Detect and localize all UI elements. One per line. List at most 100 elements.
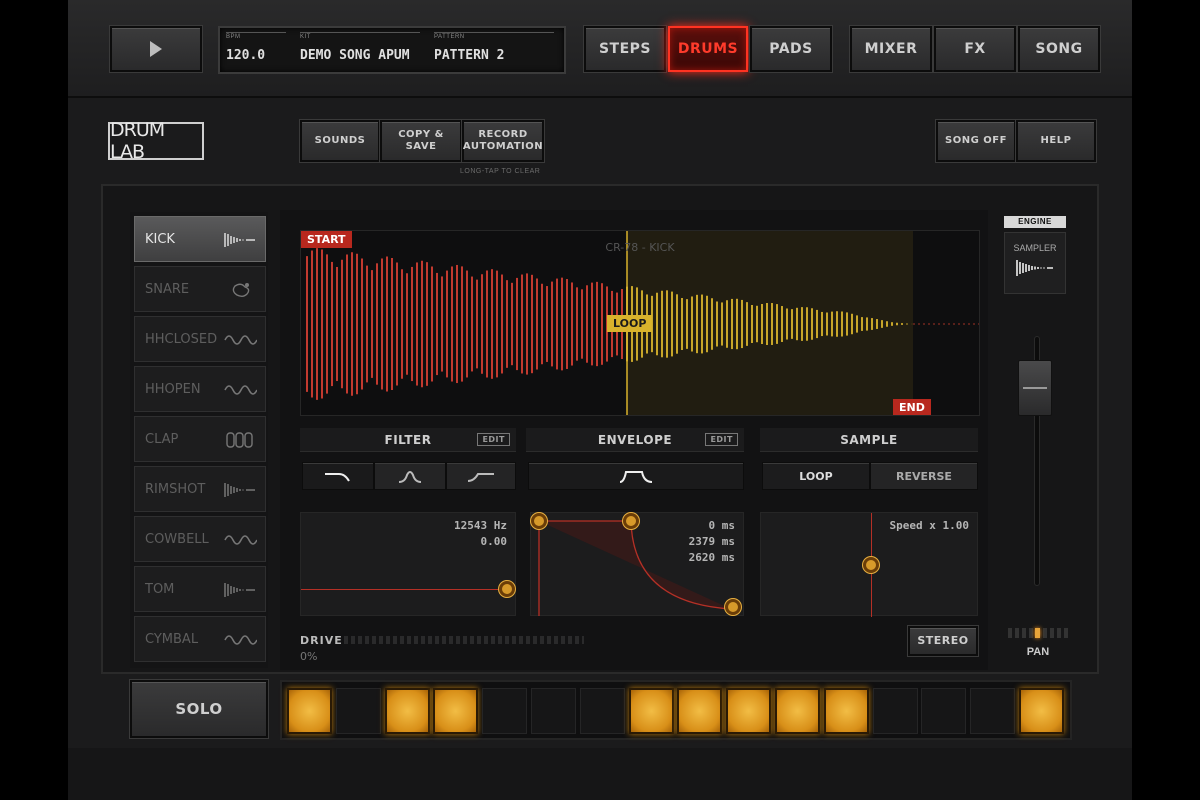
envelope-shape-icon xyxy=(619,471,653,483)
loop-toggle[interactable]: LOOP xyxy=(762,462,870,490)
envelope-header: ENVELOPE EDIT xyxy=(526,428,744,452)
tab-fx[interactable]: FX xyxy=(934,26,1016,72)
sample-speed-graph[interactable]: Speed x 1.00 xyxy=(760,512,978,617)
instrument-rimshot[interactable]: RIMSHOT xyxy=(134,466,266,512)
instrument-label: COWBELL xyxy=(145,531,209,547)
drive-label: DRIVE xyxy=(300,634,343,647)
instrument-label: HHCLOSED xyxy=(145,331,218,347)
lowpass-icon xyxy=(325,473,350,482)
loop-marker[interactable]: LOOP xyxy=(607,315,653,332)
sequencer-step-9[interactable] xyxy=(677,688,723,734)
instrument-label: RIMSHOT xyxy=(145,481,206,497)
filter-frequency: 12543 Hz xyxy=(454,519,507,532)
instrument-label: TOM xyxy=(145,581,175,597)
filter-curve xyxy=(301,589,507,590)
reverse-toggle[interactable]: REVERSE xyxy=(870,462,978,490)
sequencer-step-11[interactable] xyxy=(775,688,820,734)
stereo-button[interactable]: STEREO xyxy=(908,626,978,656)
sequencer-step-12[interactable] xyxy=(823,688,869,734)
sample-header: SAMPLE xyxy=(760,428,978,452)
highpass-filter-button[interactable] xyxy=(446,462,516,490)
instrument-snare[interactable]: SNARE xyxy=(134,266,266,312)
instrument-cowbell[interactable]: COWBELL xyxy=(134,516,266,562)
bpm-label: BPM xyxy=(226,32,286,40)
engine-label: ENGINE xyxy=(1004,216,1066,228)
volume-fader[interactable] xyxy=(1018,360,1052,416)
decay-knob[interactable] xyxy=(623,513,639,529)
kit-label: KIT xyxy=(300,32,420,40)
sequencer-step-1[interactable] xyxy=(287,688,332,734)
sequencer-step-7[interactable] xyxy=(579,688,625,734)
bottom-strip xyxy=(68,748,1132,800)
release-knob[interactable] xyxy=(725,599,741,615)
sequencer-step-6[interactable] xyxy=(531,688,576,734)
kick-wave-icon xyxy=(223,481,257,499)
lowpass-filter-button[interactable] xyxy=(302,462,374,490)
sequencer-step-8[interactable] xyxy=(628,688,674,734)
tab-pads[interactable]: PADS xyxy=(750,26,832,72)
app-logo: DRUM LAB xyxy=(108,119,204,163)
tab-song[interactable]: SONG xyxy=(1018,26,1100,72)
sounds-button[interactable]: SOUNDS xyxy=(300,120,380,162)
tab-steps[interactable]: STEPS xyxy=(584,26,666,72)
instrument-label: SNARE xyxy=(145,281,190,297)
song-off-button[interactable]: SONG OFF xyxy=(936,120,1016,162)
tab-mixer[interactable]: MIXER xyxy=(850,26,932,72)
drive-slider[interactable] xyxy=(344,636,584,644)
kick-wave-icon xyxy=(223,231,257,249)
sequencer-step-13[interactable] xyxy=(872,688,918,734)
sampler-label: SAMPLER xyxy=(1013,243,1057,253)
hihat-wave-icon xyxy=(223,381,258,399)
sequencer-step-5[interactable] xyxy=(482,688,528,734)
drum-machine-app: BPM 120.0 KIT DEMO SONG APUM PATTERN PAT… xyxy=(68,0,1132,800)
sampler-engine-button[interactable]: SAMPLER xyxy=(1004,232,1066,294)
filter-resonance: 0.00 xyxy=(480,535,508,548)
sequencer-step-16[interactable] xyxy=(1019,688,1064,734)
filter-knob[interactable] xyxy=(499,581,515,597)
tab-drums[interactable]: DRUMS xyxy=(668,26,748,72)
play-button[interactable] xyxy=(110,26,202,72)
speed-knob[interactable] xyxy=(863,557,879,573)
envelope-edit-button[interactable]: EDIT xyxy=(705,433,738,446)
end-marker[interactable]: END xyxy=(893,399,931,415)
envelope-shape-button[interactable] xyxy=(528,462,744,490)
instrument-clap[interactable]: CLAP xyxy=(134,416,266,462)
envelope-graph[interactable]: 0 ms 2379 ms 2620 ms xyxy=(530,512,744,616)
instrument-tom[interactable]: TOM xyxy=(134,566,266,612)
filter-graph[interactable]: 12543 Hz 0.00 xyxy=(300,512,516,616)
sequencer-step-4[interactable] xyxy=(433,688,479,734)
instrument-cymbal[interactable]: CYMBAL xyxy=(134,616,266,662)
bpm-value: 120.0 xyxy=(226,48,266,63)
sequencer-step-14[interactable] xyxy=(921,688,967,734)
waveform-display[interactable]: CR-78 - KICK START LOOP END xyxy=(300,230,980,416)
instrument-hhclosed[interactable]: HHCLOSED xyxy=(134,316,266,362)
pan-indicator xyxy=(1035,628,1040,638)
sequencer-step-15[interactable] xyxy=(970,688,1016,734)
instrument-label: CYMBAL xyxy=(145,631,199,647)
song-info-display[interactable]: BPM 120.0 KIT DEMO SONG APUM PATTERN PAT… xyxy=(218,26,566,74)
instrument-label: CLAP xyxy=(145,431,179,447)
pan-label: PAN xyxy=(1026,646,1050,658)
clap-icon xyxy=(223,431,257,449)
instrument-kick[interactable]: KICK xyxy=(134,216,266,262)
long-tap-hint: LONG-TAP TO CLEAR xyxy=(460,168,541,175)
record-automation-button[interactable]: RECORD AUTOMATION xyxy=(462,120,544,162)
pattern-label: PATTERN xyxy=(434,32,554,40)
filter-header: FILTER EDIT xyxy=(300,428,516,452)
filter-edit-button[interactable]: EDIT xyxy=(477,433,510,446)
attack-knob[interactable] xyxy=(531,513,547,529)
highpass-icon xyxy=(467,473,494,482)
instrument-hhopen[interactable]: HHOPEN xyxy=(134,366,266,412)
filter-title: FILTER xyxy=(384,432,432,447)
help-button[interactable]: HELP xyxy=(1016,120,1096,162)
hihat-wave-icon xyxy=(223,631,258,649)
sequencer-step-10[interactable] xyxy=(726,688,772,734)
bandpass-icon xyxy=(398,471,422,483)
solo-button[interactable]: SOLO xyxy=(130,680,268,738)
start-marker[interactable]: START xyxy=(301,231,352,248)
bandpass-filter-button[interactable] xyxy=(374,462,446,490)
pattern-value: PATTERN 2 xyxy=(434,48,505,63)
copy-save-button[interactable]: COPY & SAVE xyxy=(380,120,462,162)
sequencer-step-3[interactable] xyxy=(384,688,430,734)
sequencer-step-2[interactable] xyxy=(335,688,381,734)
